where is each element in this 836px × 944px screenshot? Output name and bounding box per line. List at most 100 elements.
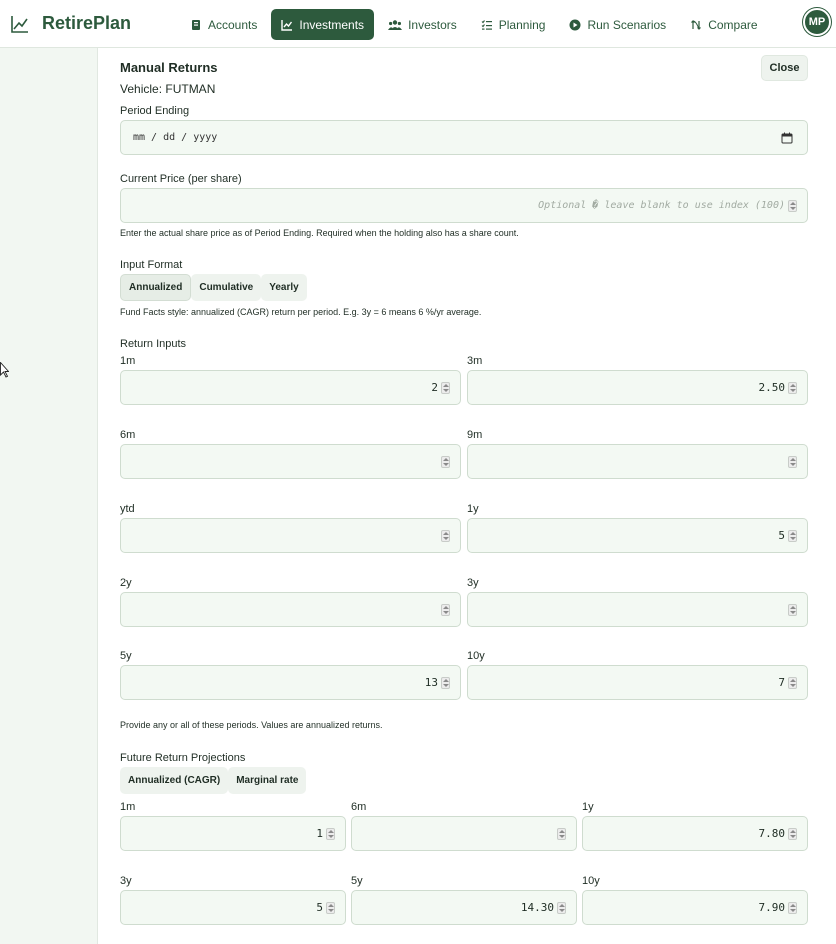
return-input-10y[interactable]: 7 [467,665,808,700]
projection-label: 6m [351,801,367,813]
return-input-3y[interactable] [467,592,808,627]
input-format-label: Input Format [120,259,183,271]
return-input-value: 2.50 [758,381,786,394]
nav-investors[interactable]: Investors [378,9,467,40]
return-input-label: 9m [467,429,483,441]
return-input-1y[interactable]: 5 [467,518,808,553]
number-spinner[interactable] [788,828,797,840]
close-button[interactable]: Close [761,55,808,81]
projection-input-3y[interactable]: 5 [120,890,346,925]
projection-input-1m[interactable]: 1 [120,816,346,851]
projection-value: 5 [316,901,323,914]
current-price-label: Current Price (per share) [120,173,242,185]
number-spinner[interactable] [441,382,450,394]
accounts-icon [192,19,200,30]
return-input-label: 1m [120,355,136,367]
projection-label: 5y [351,875,363,887]
return-input-value: 13 [424,676,438,689]
projection-label: 1m [120,801,136,813]
projection-input-10y[interactable]: 7.90 [582,890,808,925]
return-input-5y[interactable]: 13 [120,665,461,700]
input-format-help: Fund Facts style: annualized (CAGR) retu… [120,307,482,317]
return-input-label: 3m [467,355,483,367]
period-ending-label: Period Ending [120,105,190,117]
return-inputs-label: Return Inputs [120,338,187,350]
play-icon [569,19,581,30]
manual-returns-panel: Manual Returns Close Vehicle: FUTMAN Per… [97,48,836,944]
user-avatar[interactable]: MP [803,8,831,36]
projection-value: 1 [316,827,323,840]
number-spinner[interactable] [788,604,797,616]
compare-icon [691,19,702,30]
return-input-label: ytd [120,503,135,515]
number-spinner[interactable] [788,530,797,542]
nav-compare[interactable]: Compare [680,9,767,40]
input-format-toggle: Annualized Cumulative Yearly [120,274,307,301]
projection-label: 1y [582,801,594,813]
return-input-3m[interactable]: 2.50 [467,370,808,405]
return-input-label: 1y [467,503,479,515]
number-spinner[interactable] [788,902,797,914]
projection-annualized-button[interactable]: Annualized (CAGR) [120,767,229,794]
number-spinner[interactable] [557,902,566,914]
users-icon [388,19,403,30]
nav-investors-label: Investors [408,17,457,32]
projection-input-1y[interactable]: 7.80 [582,816,808,851]
projections-label: Future Return Projections [120,752,246,764]
number-spinner[interactable] [441,604,450,616]
number-spinner[interactable] [441,677,450,689]
format-yearly-button[interactable]: Yearly [261,274,307,301]
return-input-label: 2y [120,577,132,589]
current-price-help: Enter the actual share price as of Perio… [120,228,519,238]
projection-value: 14.30 [520,901,554,914]
return-input-2y[interactable] [120,592,461,627]
projection-input-5y[interactable]: 14.30 [351,890,577,925]
projection-label: 3y [120,875,132,887]
format-cumulative-button[interactable]: Cumulative [191,274,262,301]
number-spinner[interactable] [326,902,335,914]
return-input-value: 5 [778,529,785,542]
format-annualized-button[interactable]: Annualized [120,274,192,301]
number-spinner[interactable] [441,530,450,542]
chart-icon [281,19,293,31]
projection-marginal-rate-button[interactable]: Marginal rate [228,767,307,794]
number-spinner[interactable] [788,677,797,689]
return-input-label: 5y [120,650,132,662]
return-input-6m[interactable] [120,444,461,479]
checklist-icon [481,19,492,30]
nav-investments-label: Investments [299,17,365,32]
nav-run-scenarios[interactable]: Run Scenarios [559,9,676,40]
current-price-input[interactable]: Optional � leave blank to use index (100… [120,188,808,223]
calendar-icon[interactable] [781,132,793,144]
number-spinner[interactable] [788,456,797,468]
nav-accounts[interactable]: Accounts [180,9,267,40]
return-input-label: 3y [467,577,479,589]
brand-name[interactable]: RetirePlan [42,13,131,34]
vehicle-label: Vehicle: FUTMAN [120,82,216,96]
number-spinner[interactable] [441,456,450,468]
return-input-ytd[interactable] [120,518,461,553]
nav-planning[interactable]: Planning [471,9,556,40]
return-input-1m[interactable]: 2 [120,370,461,405]
nav-planning-label: Planning [498,17,546,32]
panel-title: Manual Returns [120,60,218,75]
nav-run-scenarios-label: Run Scenarios [587,17,667,32]
number-spinner[interactable] [788,382,797,394]
projection-value: 7.80 [758,827,786,840]
number-spinner[interactable] [788,200,797,212]
return-inputs-help: Provide any or all of these periods. Val… [120,720,383,730]
mouse-cursor-icon [0,362,9,378]
nav-investments[interactable]: Investments [271,9,375,40]
current-price-placeholder: Optional � leave blank to use index (100… [538,200,785,211]
return-input-label: 6m [120,429,136,441]
main-nav: Accounts Investments Investors Planning … [180,9,768,40]
return-input-value: 7 [778,676,785,689]
nav-compare-label: Compare [708,17,758,32]
number-spinner[interactable] [557,828,566,840]
return-input-9m[interactable] [467,444,808,479]
period-ending-date-input[interactable]: mm / dd / yyyy [120,120,808,155]
return-input-value: 2 [431,381,438,394]
projection-input-6m[interactable] [351,816,577,851]
number-spinner[interactable] [326,828,335,840]
logo-chart-icon [11,16,28,33]
